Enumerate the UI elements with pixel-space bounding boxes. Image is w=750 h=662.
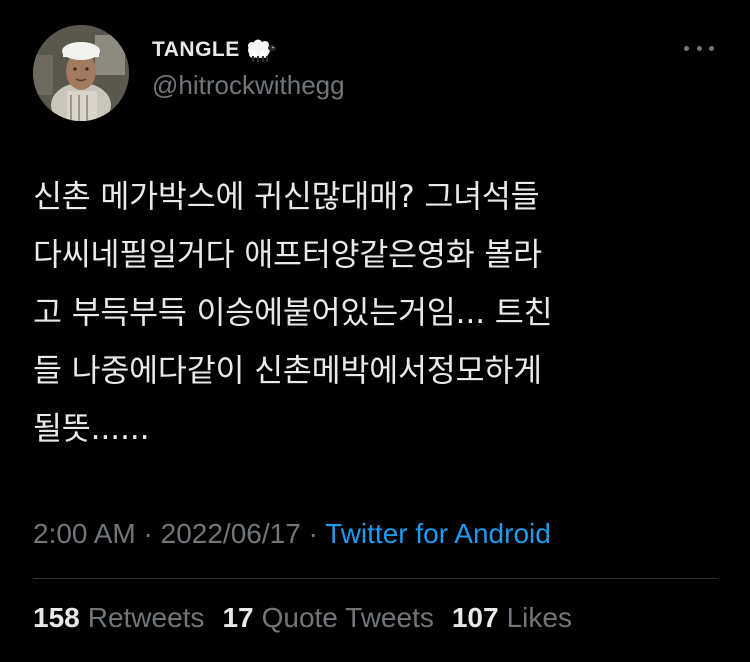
retweets-label: Retweets	[87, 602, 205, 633]
tweet-meta: 2:00 AM · 2022/06/17 · Twitter for Andro…	[33, 518, 551, 550]
sheep-icon	[247, 39, 276, 62]
likes-stat[interactable]: 107 Likes	[452, 602, 572, 634]
likes-count: 107	[451, 602, 499, 633]
display-name[interactable]: TANGLE	[152, 38, 240, 62]
more-options-button[interactable]	[684, 38, 714, 58]
meta-separator: ·	[300, 518, 326, 549]
more-dot-icon	[709, 45, 714, 51]
tweet-source-link[interactable]: Twitter for Android	[325, 518, 551, 549]
avatar[interactable]	[33, 25, 129, 121]
quote-tweets-count: 17	[222, 602, 254, 633]
likes-label: Likes	[506, 602, 572, 633]
avatar-photo	[33, 25, 129, 121]
tweet-date[interactable]: 2022/06/17	[161, 518, 301, 549]
quote-tweets-label: Quote Tweets	[261, 602, 434, 633]
user-handle[interactable]: @hitrockwithegg	[152, 70, 345, 101]
tweet-text-line: 신촌 메가박스에 귀신많대매? 그녀석들	[33, 179, 540, 215]
tweet-text-line: 들 나중에다같이 신촌메박에서정모하게	[33, 353, 542, 389]
tweet-text-line: 될뜻......	[33, 411, 150, 447]
tweet-text: 신촌 메가박스에 귀신많대매? 그녀석들 다씨네필일거다 애프터양같은영화 볼라…	[33, 168, 723, 458]
tweet-text-line: 다씨네필일거다 애프터양같은영화 볼라	[33, 237, 542, 273]
more-dot-icon	[684, 45, 689, 51]
tweet-stats: 158 Retweets 17 Quote Tweets 107 Likes	[33, 602, 572, 634]
tweet-text-line: 고 부득부득 이승에붙어있는거임... 트친	[33, 295, 553, 331]
retweets-stat[interactable]: 158 Retweets	[33, 602, 204, 634]
user-name-row[interactable]: TANGLE	[152, 36, 278, 64]
more-dot-icon	[696, 45, 702, 51]
divider	[33, 578, 717, 579]
quote-tweets-stat[interactable]: 17 Quote Tweets	[222, 602, 433, 634]
tweet-time[interactable]: 2:00 AM	[33, 518, 136, 549]
retweets-count: 158	[33, 602, 80, 633]
meta-separator: ·	[135, 518, 161, 549]
